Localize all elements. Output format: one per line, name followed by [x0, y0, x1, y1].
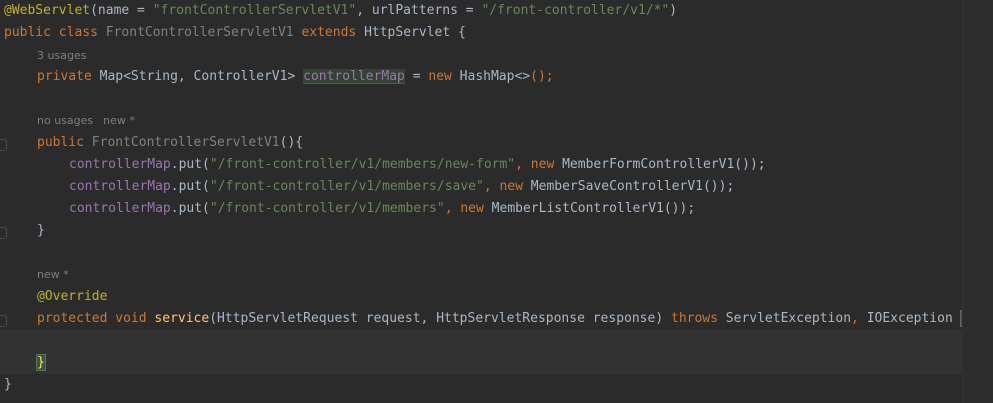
matched-close-brace: }	[36, 354, 46, 371]
servlet-name-string: "frontControllerServletV1"	[152, 3, 357, 18]
code-line-put[interactable]: controllerMap.put("/front-controller/v1/…	[0, 154, 993, 176]
inlay-hint-service[interactable]: new *	[37, 265, 69, 285]
code-line-ctor-close[interactable]: }	[0, 220, 993, 242]
url-pattern-string: "/front-controller/v1/*"	[481, 3, 670, 18]
code-line-class-decl[interactable]: public class FrontControllerServletV1 ex…	[0, 22, 993, 44]
code-line-put[interactable]: controllerMap.put("/front-controller/v1/…	[0, 198, 993, 220]
code-line-put[interactable]: controllerMap.put("/front-controller/v1/…	[0, 176, 993, 198]
override-annotation: @Override	[37, 289, 108, 304]
code-line-empty[interactable]	[0, 330, 993, 352]
inlay-hint-ctor[interactable]: no usages new *	[37, 111, 135, 131]
constructor-name: FrontControllerServletV1	[91, 135, 280, 150]
controllermap-field[interactable]: controllerMap	[303, 69, 405, 84]
code-line-field-decl[interactable]: private Map<String, ControllerV1> contro…	[0, 66, 993, 88]
code-line-annotation[interactable]: @WebServlet(name = "frontControllerServl…	[0, 0, 993, 22]
class-name: FrontControllerServletV1	[105, 25, 294, 40]
service-method-name: service	[154, 311, 210, 326]
webservlet-annotation: @WebServlet	[4, 3, 91, 18]
code-line-override[interactable]: @Override	[0, 286, 993, 308]
code-line-service[interactable]: protected void service(HttpServletReques…	[0, 308, 993, 330]
code-line-service-close[interactable]: }	[0, 352, 993, 374]
code-line-constructor[interactable]: public FrontControllerServletV1(){	[0, 132, 993, 154]
inlay-hint-usages[interactable]: 3 usages	[37, 46, 86, 66]
editor-right-gutter[interactable]	[963, 0, 993, 403]
code-editor[interactable]: @WebServlet(name = "frontControllerServl…	[0, 0, 993, 403]
code-line-class-close[interactable]: }	[0, 374, 993, 396]
